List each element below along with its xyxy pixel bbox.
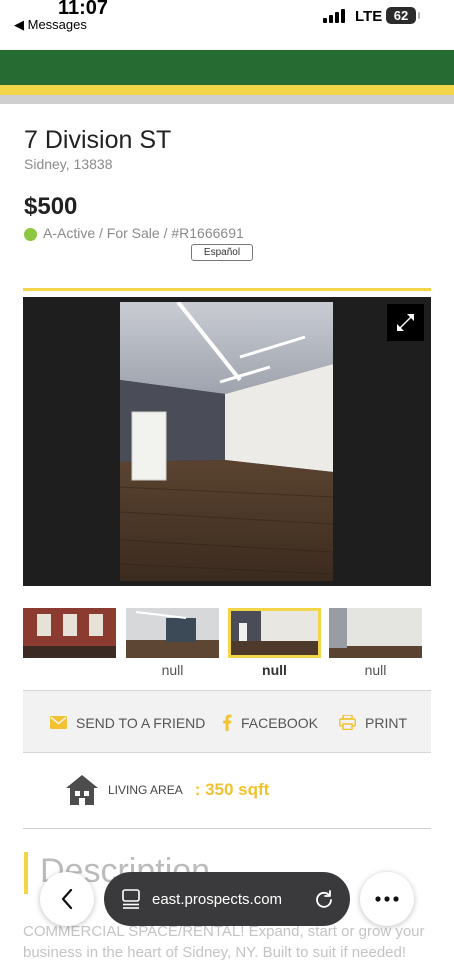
network-label: LTE xyxy=(355,8,383,25)
battery-icon: 62 xyxy=(386,7,420,24)
header-accent-stripe xyxy=(0,85,454,95)
back-to-messages-link[interactable]: ◀ Messages xyxy=(14,17,87,33)
thumbnail-caption-4: null xyxy=(364,662,387,678)
thumbnail-2[interactable] xyxy=(126,608,219,658)
listing-status: A-Active / For Sale / #R1666691 xyxy=(43,225,244,241)
living-area-label: LIVING AREA xyxy=(108,783,183,797)
header-band xyxy=(0,50,454,85)
more-icon xyxy=(375,896,399,902)
listing-address: 7 Division ST xyxy=(24,126,172,154)
description-accent xyxy=(24,852,28,894)
reload-icon[interactable] xyxy=(314,889,334,909)
facebook-label: FACEBOOK xyxy=(241,714,319,731)
thumbnail-caption-3: null xyxy=(262,662,287,678)
url-text: east.prospects.com xyxy=(152,890,283,908)
back-chevron-icon xyxy=(61,888,73,910)
tabs-icon xyxy=(122,889,140,909)
header-shadow-stripe xyxy=(0,95,454,104)
expand-icon[interactable] xyxy=(387,304,424,341)
divider xyxy=(23,828,431,829)
thumbnail-4[interactable] xyxy=(329,608,422,658)
listing-location: Sidney, 13838 xyxy=(24,156,113,172)
living-area-value: : 350 sqft xyxy=(194,780,270,799)
main-photo[interactable] xyxy=(120,302,333,581)
thumbnail-3-selected[interactable] xyxy=(228,608,321,658)
status-dot-icon xyxy=(24,228,37,241)
signal-icon xyxy=(323,9,347,23)
send-to-friend-button[interactable]: SEND TO A FRIEND xyxy=(50,691,205,754)
description-text: COMMERCIAL SPACE/RENTAL! Expand, start o… xyxy=(23,923,425,960)
language-button[interactable]: Español xyxy=(191,244,253,261)
photo-gallery[interactable] xyxy=(23,297,431,586)
thumbnail-1[interactable] xyxy=(23,608,116,658)
print-button[interactable]: PRINT xyxy=(339,691,407,754)
browser-back-button[interactable] xyxy=(40,872,94,926)
printer-icon xyxy=(339,715,356,730)
facebook-icon xyxy=(223,714,232,731)
send-to-friend-label: SEND TO A FRIEND xyxy=(76,714,206,731)
living-area-row: LIVING AREA : 350 sqft xyxy=(64,772,269,808)
more-button[interactable] xyxy=(360,872,414,926)
house-icon xyxy=(66,775,98,805)
listing-price: $500 xyxy=(24,193,78,220)
thumbnail-caption-2: null xyxy=(161,662,184,678)
share-bar: SEND TO A FRIEND FACEBOOK PRINT xyxy=(23,690,431,753)
envelope-icon xyxy=(50,716,67,729)
address-bar[interactable]: east.prospects.com xyxy=(104,872,350,926)
thumbnail-strip xyxy=(23,608,431,658)
print-label: PRINT xyxy=(365,714,407,731)
status-bar: 11:07 ◀ Messages LTE 62 xyxy=(0,0,454,48)
facebook-button[interactable]: FACEBOOK xyxy=(222,691,318,754)
divider xyxy=(23,288,431,291)
